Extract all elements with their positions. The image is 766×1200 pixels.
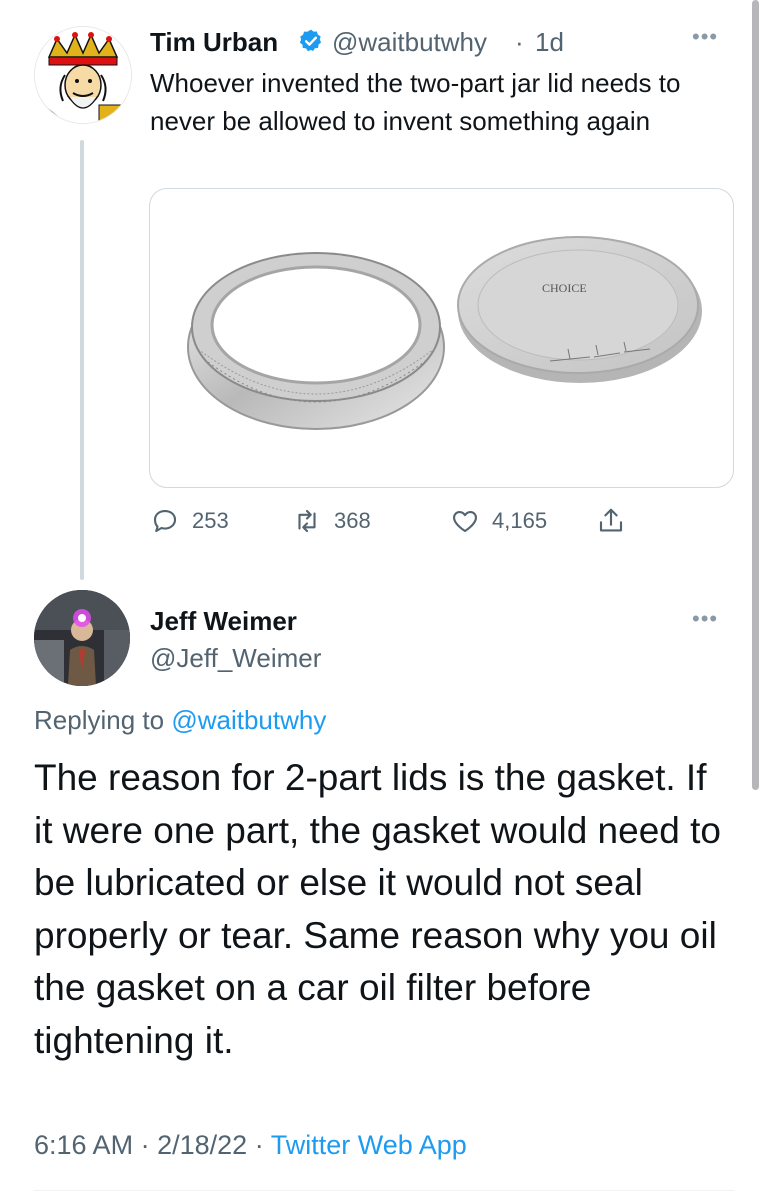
king-of-clubs-avatar-image bbox=[35, 27, 131, 123]
date[interactable]: 2/18/22 bbox=[157, 1130, 247, 1160]
reply-button[interactable]: 253 bbox=[150, 506, 229, 536]
retweet-icon bbox=[298, 509, 316, 533]
tweet-author-handle[interactable]: @waitbutwhy bbox=[332, 27, 487, 58]
heart-icon bbox=[453, 510, 477, 533]
avatar-jeff-weimer[interactable] bbox=[34, 590, 130, 686]
thread-connector-line bbox=[80, 140, 84, 580]
reply-author-name[interactable]: Jeff Weimer bbox=[150, 606, 297, 637]
separator-dot: · bbox=[140, 1130, 150, 1160]
source-app-link[interactable]: Twitter Web App bbox=[271, 1130, 467, 1160]
replying-to-label: Replying to bbox=[34, 705, 165, 735]
tweet-metadata: 6:16 AM · 2/18/22 · Twitter Web App bbox=[34, 1130, 467, 1161]
separator-dot: · bbox=[254, 1130, 264, 1160]
avatar-tim-urban[interactable] bbox=[34, 26, 132, 124]
tweet-time[interactable]: 1d bbox=[535, 27, 564, 58]
reply-author-handle[interactable]: @Jeff_Weimer bbox=[150, 643, 321, 674]
more-icon[interactable]: ••• bbox=[692, 24, 718, 50]
scrollbar[interactable] bbox=[752, 0, 759, 790]
retweet-count: 368 bbox=[334, 508, 371, 533]
tweet-text: Whoever invented the two-part jar lid ne… bbox=[150, 68, 681, 136]
share-button[interactable] bbox=[596, 506, 626, 536]
verified-badge-icon bbox=[298, 28, 324, 54]
tweet-image[interactable]: CHOICE bbox=[149, 188, 734, 488]
like-count: 4,165 bbox=[492, 508, 548, 533]
replying-to-link[interactable]: @waitbutwhy bbox=[171, 705, 326, 735]
timestamp[interactable]: 6:16 AM bbox=[34, 1130, 133, 1160]
reply-count: 253 bbox=[192, 508, 229, 533]
lid-brand-text: CHOICE bbox=[542, 281, 587, 295]
replying-to-line: Replying to @waitbutwhy bbox=[34, 705, 326, 736]
office-man-avatar-image bbox=[34, 590, 130, 686]
reply-icon bbox=[153, 509, 177, 533]
share-icon bbox=[599, 508, 623, 532]
like-button[interactable]: 4,165 bbox=[450, 506, 547, 536]
more-icon[interactable]: ••• bbox=[692, 606, 718, 632]
jar-lid-image: CHOICE bbox=[187, 236, 702, 430]
divider bbox=[34, 1190, 734, 1191]
retweet-button[interactable]: 368 bbox=[292, 506, 371, 536]
reply-text: The reason for 2-part lids is the gasket… bbox=[34, 757, 721, 1061]
tweet-author-name[interactable]: Tim Urban bbox=[150, 27, 278, 58]
separator-dot: · bbox=[515, 27, 524, 57]
